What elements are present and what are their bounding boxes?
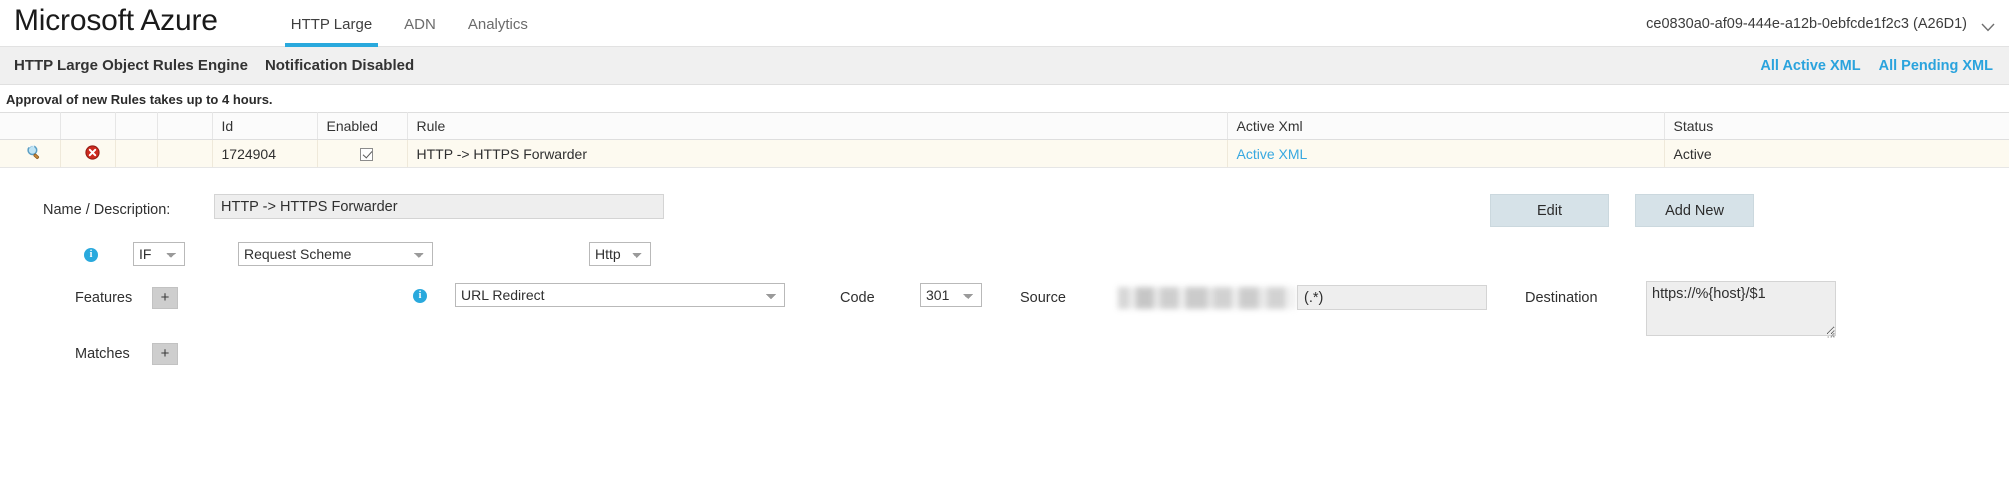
matches-label: Matches [75,346,130,362]
add-match-button[interactable]: + [152,343,178,365]
add-new-button[interactable]: Add New [1635,194,1754,227]
edit-button[interactable]: Edit [1490,194,1609,227]
condition-row: i IF Request Scheme Http [0,240,2009,278]
source-pattern-input[interactable] [1297,285,1487,310]
approval-notice: Approval of new Rules takes up to 4 hour… [6,92,273,107]
delete-rule-cell[interactable] [60,139,116,168]
chevron-down-icon [1981,19,1995,32]
enabled-checkbox[interactable] [360,148,373,162]
page-subheader: HTTP Large Object Rules Engine Notificat… [0,47,2009,85]
tab-http-large-label: HTTP Large [290,16,373,33]
rule-id: 1724904 [212,139,318,168]
name-description-input[interactable] [214,194,664,219]
feature-select[interactable]: URL Redirect [455,283,785,307]
column-header-delete [60,112,116,140]
account-id-label: ce0830a0-af09-444e-a12b-0ebfcde1f2c3 (A2… [1646,15,1967,32]
rule-enabled-cell[interactable] [317,139,408,168]
name-description-label: Name / Description: [43,202,171,218]
column-header-id: Id [212,112,318,140]
source-input-redacted[interactable] [1118,287,1296,309]
tab-http-large[interactable]: HTTP Large [275,0,388,47]
column-header-blank-1 [115,112,158,140]
magnifier-icon[interactable] [26,144,42,163]
column-header-status: Status [1664,112,2009,140]
code-label: Code [840,290,875,306]
active-xml-link[interactable]: Active XML [1237,146,1308,162]
column-header-rule: Rule [407,112,1228,140]
main-nav: HTTP Large ADN Analytics [275,0,544,47]
condition-operator-select[interactable]: IF [133,242,185,266]
top-navigation-bar: Microsoft Azure HTTP Large ADN Analytics… [0,0,2009,47]
view-rule-cell[interactable] [0,139,61,168]
account-menu[interactable]: ce0830a0-af09-444e-a12b-0ebfcde1f2c3 (A2… [1646,0,1995,47]
tab-adn-label: ADN [404,16,436,33]
notification-status: Notification Disabled [264,57,415,74]
rules-table: Id Enabled Rule Active Xml Status 172490… [0,112,2009,168]
code-select[interactable]: 301 [920,283,982,307]
table-row[interactable]: 1724904 HTTP -> HTTPS Forwarder Active X… [0,139,2009,168]
column-header-enabled: Enabled [317,112,408,140]
column-header-active-xml: Active Xml [1227,112,1665,140]
all-pending-xml-link[interactable]: All Pending XML [1879,58,1993,74]
condition-value-select[interactable]: Http [589,242,651,266]
condition-info-icon[interactable]: i [84,248,98,262]
tab-analytics-label: Analytics [467,16,528,33]
delete-icon[interactable] [84,145,100,163]
destination-label: Destination [1525,290,1598,306]
row-blank-2 [157,139,213,168]
add-feature-button[interactable]: + [152,287,178,309]
tab-adn[interactable]: ADN [388,0,452,47]
all-active-xml-link[interactable]: All Active XML [1760,58,1860,74]
row-blank-1 [115,139,158,168]
page-title: HTTP Large Object Rules Engine [14,57,248,74]
name-description-row: Name / Description: Edit Add New [0,194,2009,240]
column-header-view [0,112,61,140]
rule-editor: Name / Description: Edit Add New i IF Re… [0,168,2009,376]
feature-info-icon[interactable]: i [413,289,427,303]
active-xml-cell[interactable]: Active XML [1227,139,1665,168]
features-row: Features + i URL Redirect Code 301 Sourc… [0,278,2009,338]
rule-status: Active [1664,139,2009,168]
table-header-row: Id Enabled Rule Active Xml Status [0,112,2009,140]
azure-logo: Microsoft Azure [14,4,218,37]
column-header-blank-2 [157,112,213,140]
features-label: Features [75,290,133,306]
rule-name: HTTP -> HTTPS Forwarder [407,139,1228,168]
source-label: Source [1020,290,1066,306]
matches-row: Matches + [0,338,2009,376]
condition-variable-select[interactable]: Request Scheme [238,242,433,266]
destination-textarea[interactable]: https://%{host}/$1 [1646,281,1836,336]
tab-analytics[interactable]: Analytics [452,0,544,47]
xml-links: All Active XML All Pending XML [1760,58,1993,74]
